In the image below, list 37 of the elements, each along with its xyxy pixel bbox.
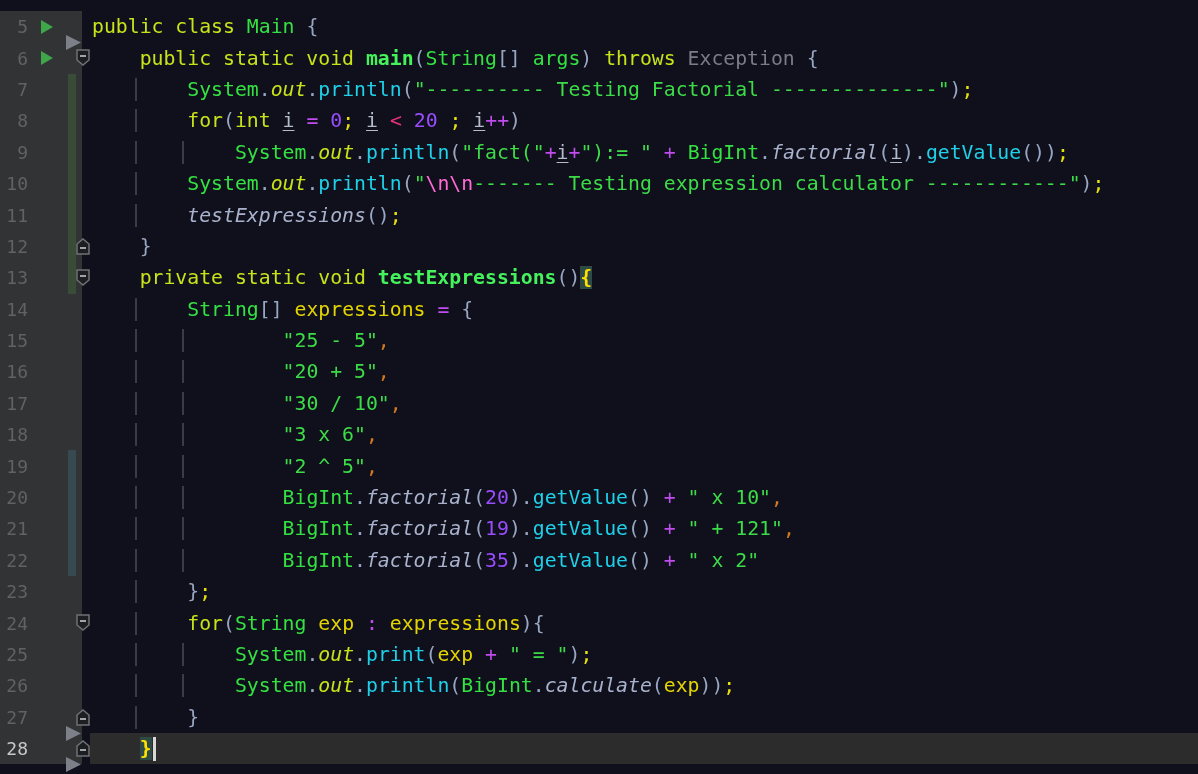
code-line: } — [138, 234, 152, 258]
code-line: BigInt.factorial(19).getValue() + " + 121", — [92, 517, 795, 541]
change-marker[interactable] — [68, 450, 76, 482]
code-line: String[] expressions = { — [92, 297, 474, 321]
code-line: System.out.println(BigInt.calculate(exp)); — [92, 674, 736, 698]
fold-icon[interactable] — [76, 740, 90, 757]
change-marker[interactable] — [68, 262, 76, 294]
run-icon[interactable] — [40, 50, 54, 67]
code-line: System.out.println("---------- Testing Factorial --------------"); — [92, 77, 974, 101]
code-line: } — [92, 705, 200, 729]
code-line: "25 - 5", — [92, 329, 390, 353]
fold-icon[interactable] — [76, 269, 90, 287]
text-cursor — [152, 736, 156, 761]
code-line: private static void testExpressions(){ — [138, 266, 593, 290]
change-marker[interactable] — [68, 544, 76, 577]
fold-icon[interactable] — [76, 708, 90, 726]
fold-icon[interactable] — [76, 237, 90, 255]
fold-icon[interactable] — [76, 614, 90, 632]
code-line: public static void main(String[] args) throws Exception { — [138, 46, 819, 70]
code-line: "30 / 10", — [92, 391, 402, 415]
code-line: "3 x 6", — [92, 423, 378, 447]
run-icon[interactable] — [40, 18, 54, 35]
code-line: "2 ^ 5", — [92, 454, 378, 478]
change-marker[interactable] — [68, 73, 76, 106]
code-line: testExpressions(); — [92, 203, 402, 227]
line-number: 28 — [5, 738, 28, 760]
code-line: for(String exp : expressions){ — [92, 611, 545, 635]
code-line: public class Main { — [92, 15, 319, 39]
code-line: BigInt.factorial(35).getValue() + " x 2" — [92, 548, 760, 572]
code-line: }; — [92, 580, 212, 604]
code-line: System.out.print(exp + " = "); — [92, 643, 593, 666]
code-line: BigInt.factorial(20).getValue() + " x 10", — [92, 486, 783, 510]
code-line: System.out.println("\n\n------- Testing expression calculator ------------"); — [92, 172, 1105, 196]
code-line: "20 + 5", — [92, 360, 390, 384]
code-line: System.out.println("fact("+i+"):= " + BigInt.factorial(i).getValue()); — [92, 140, 1069, 164]
fold-icon[interactable] — [76, 49, 90, 67]
code-line: for(int i = 0; i < 20 ; i++) — [92, 109, 521, 133]
